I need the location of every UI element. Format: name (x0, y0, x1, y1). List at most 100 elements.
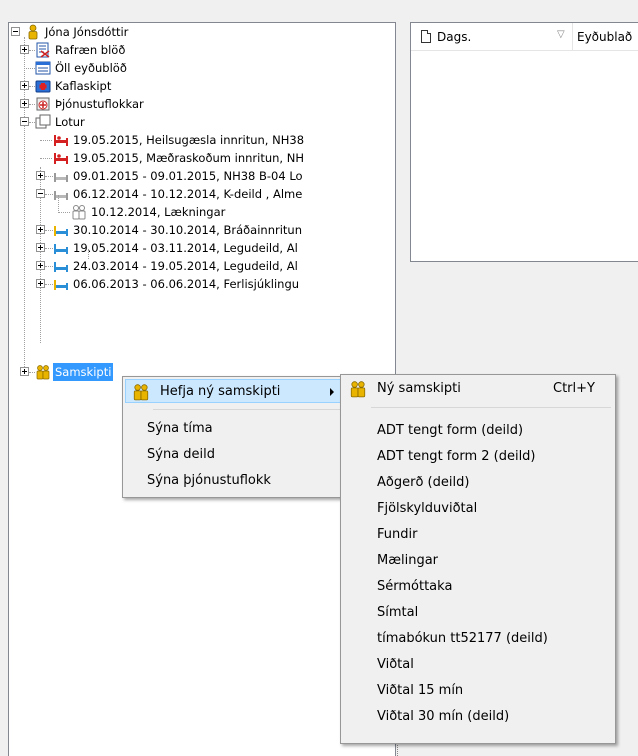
column-header-eydublad[interactable]: Eyðublað (577, 30, 632, 44)
tree-node-lota[interactable]: 06.06.2013 - 06.06.2014, Ferlisjúklingu (9, 275, 389, 293)
tree-node-lota[interactable]: 30.10.2014 - 30.10.2014, Bráðainnritun (9, 221, 389, 239)
expand-toggle[interactable] (20, 99, 29, 108)
menu-item-form[interactable]: Fundir (343, 523, 613, 547)
menu-item-form[interactable]: Viðtal 15 mín (343, 679, 613, 703)
list-header: Dags. ▽ Eyðublað (411, 23, 638, 51)
expand-toggle[interactable] (20, 45, 29, 54)
menu-item-label: Sýna deild (147, 447, 216, 462)
tree-node-label: 06.06.2013 - 06.06.2014, Ferlisjúklingu (73, 277, 300, 291)
tree-node-oll-eydublod[interactable]: Öll eyðublöð (9, 59, 389, 77)
expand-toggle[interactable] (36, 171, 45, 180)
menu-item-label: Sérmóttaka (377, 579, 453, 594)
menu-item-label: Viðtal (377, 657, 414, 672)
tree-node-lota[interactable]: 19.05.2015, Heilsugæsla innritun, NH38 (9, 131, 389, 149)
expand-toggle[interactable] (36, 261, 45, 270)
menu-item-hefja-ny-samskipti[interactable]: Hefja ný samskipti (125, 379, 345, 403)
collapse-toggle[interactable] (11, 27, 20, 36)
menu-item-label: Ný samskipti (377, 381, 461, 396)
menu-item-label: Mælingar (377, 553, 439, 568)
tree-node-label: 06.12.2014 - 10.12.2014, K-deild , Alme (73, 187, 303, 201)
tree-node-lota[interactable]: 06.12.2014 - 10.12.2014, K-deild , Alme (9, 185, 389, 203)
tree-node-lota[interactable]: 09.01.2015 - 09.01.2015, NH38 B-04 Lo (9, 167, 389, 185)
menu-item-form[interactable]: ADT tengt form (deild) (343, 419, 613, 443)
menu-item-form[interactable]: Símtal (343, 601, 613, 625)
tree-node-lota[interactable]: 19.05.2014 - 03.11.2014, Legudeild, Al (9, 239, 389, 257)
people-gray-icon (72, 205, 86, 220)
tree-node-kaflaskipt[interactable]: Kaflaskipt (9, 77, 389, 95)
document-list[interactable]: Dags. ▽ Eyðublað (410, 22, 638, 262)
tree-node-komur[interactable]: 10.12.2014, Lækningar (9, 203, 389, 221)
menu-item-label: Fjölskylduviðtal (377, 501, 478, 516)
edoc-icon (36, 42, 50, 58)
bed-red-icon (54, 153, 68, 164)
bed-blue-icon (54, 280, 68, 290)
menu-item-ny-samskipti[interactable]: Ný samskipti Ctrl+Y (343, 377, 613, 401)
filter-icon[interactable]: ▽ (557, 29, 565, 40)
tree-node-label: Jóna Jónsdóttir (45, 25, 129, 39)
expand-toggle[interactable] (36, 225, 45, 234)
tree-node-label: Þjónustuflokkar (55, 97, 144, 111)
menu-item-form[interactable]: Sérmóttaka (343, 575, 613, 599)
tree-node-lotur[interactable]: Lotur (9, 113, 389, 131)
medkit-icon (35, 80, 51, 93)
menu-separator (371, 407, 611, 408)
menu-item-label: ADT tengt form 2 (deild) (377, 449, 536, 464)
column-header-dags[interactable]: Dags. ▽ (411, 23, 573, 51)
menu-separator (153, 409, 343, 410)
bed-gray-icon (54, 191, 68, 200)
submenu: Ný samskipti Ctrl+Y ADT tengt form (deil… (340, 374, 616, 744)
menu-item-label: Viðtal 15 mín (377, 683, 464, 698)
tree-node-label: 30.10.2014 - 30.10.2014, Bráðainnritun (73, 223, 302, 237)
forms-icon (35, 61, 51, 75)
expand-toggle[interactable] (36, 243, 45, 252)
menu-item-form[interactable]: ADT tengt form 2 (deild) (343, 445, 613, 469)
document-icon (421, 30, 431, 43)
menu-item-label: Sýna tíma (147, 421, 213, 436)
collapse-toggle[interactable] (20, 117, 29, 126)
submenu-arrow-icon (330, 388, 334, 396)
collapse-toggle[interactable] (36, 189, 45, 198)
bed-blue-icon (54, 226, 68, 236)
menu-item-syna-deild[interactable]: Sýna deild (125, 443, 345, 467)
bed-blue-icon (54, 262, 68, 272)
menu-item-form[interactable]: tímabókun tt52177 (deild) (343, 627, 613, 651)
expand-toggle[interactable] (20, 367, 29, 376)
bed-blue-icon (54, 244, 68, 254)
expand-toggle[interactable] (36, 279, 45, 288)
menu-item-label: Fundir (377, 527, 418, 542)
menu-item-form[interactable]: Viðtal 30 mín (deild) (343, 705, 613, 729)
menu-item-form[interactable]: Viðtal (343, 653, 613, 677)
menu-item-label: tímabókun tt52177 (deild) (377, 631, 548, 646)
bed-red-icon (54, 135, 68, 146)
menu-item-syna-thjonustuflokk[interactable]: Sýna þjónustuflokk (125, 469, 345, 493)
folder-icon (35, 114, 51, 129)
people-icon (133, 384, 149, 401)
menu-item-syna-tima[interactable]: Sýna tíma (125, 417, 345, 441)
tree-node-lota[interactable]: 24.03.2014 - 19.05.2014, Legudeild, Al (9, 257, 389, 275)
tree-node-label: Rafræn blöð (55, 43, 126, 57)
column-label: Dags. (437, 30, 472, 44)
tree-node-label: 09.01.2015 - 09.01.2015, NH38 B-04 Lo (73, 169, 303, 183)
tree-node-label: 19.05.2014 - 03.11.2014, Legudeild, Al (73, 241, 298, 255)
menu-item-label: Hefja ný samskipti (160, 384, 281, 399)
tree-node-label: Samskipti (53, 363, 114, 381)
menu-item-form[interactable]: Mælingar (343, 549, 613, 573)
tree-node-root[interactable]: Jóna Jónsdóttir (9, 23, 389, 41)
menu-item-form[interactable]: Aðgerð (deild) (343, 471, 613, 495)
person-icon (28, 24, 38, 40)
tree-node-label: 19.05.2015, Mæðraskoðum innritun, NH (73, 151, 304, 165)
menu-item-label: Aðgerð (deild) (377, 475, 470, 490)
tree-node-rafraen-blod[interactable]: Rafræn blöð (9, 41, 389, 59)
menu-item-form[interactable]: Fjölskylduviðtal (343, 497, 613, 521)
bed-gray-icon (54, 173, 68, 182)
tree-node-lota[interactable]: 19.05.2015, Mæðraskoðum innritun, NH (9, 149, 389, 167)
shortcut-label: Ctrl+Y (553, 381, 595, 396)
tree-node-label: 24.03.2014 - 19.05.2014, Legudeild, Al (73, 259, 298, 273)
tree-node-thjonustuflokkar[interactable]: Þjónustuflokkar (9, 95, 389, 113)
tree-node-label: Öll eyðublöð (55, 61, 127, 75)
service-icon (36, 97, 50, 111)
tree-node-label: 10.12.2014, Lækningar (91, 205, 226, 219)
menu-item-label: Sýna þjónustuflokk (147, 473, 271, 488)
tree-node-label: Lotur (55, 115, 85, 129)
expand-toggle[interactable] (20, 81, 29, 90)
